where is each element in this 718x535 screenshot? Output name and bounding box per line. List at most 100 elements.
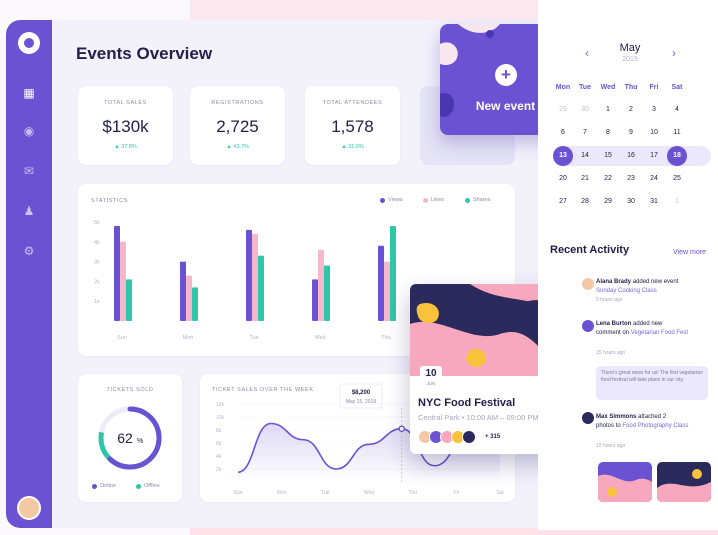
calendar-day[interactable]: 27 — [553, 192, 573, 212]
calendar-day[interactable]: 17 — [644, 146, 664, 166]
bar-views[interactable] — [114, 225, 120, 321]
bar-views[interactable] — [378, 245, 384, 321]
activity-target-link[interactable]: Food Photography Class — [622, 423, 688, 429]
bar-likes[interactable] — [120, 241, 126, 321]
calendar-day[interactable]: 1 — [598, 100, 618, 120]
bar-likes[interactable] — [186, 275, 192, 321]
bar-likes[interactable] — [252, 233, 258, 321]
avatar — [582, 278, 594, 290]
photo-thumbnail — [598, 462, 652, 502]
bar-shares[interactable] — [390, 225, 396, 321]
bar-views[interactable] — [312, 279, 318, 321]
calendar-next-button[interactable]: › — [672, 46, 676, 60]
calendar-day[interactable]: 7 — [575, 123, 595, 143]
calendar-day[interactable]: 24 — [644, 169, 664, 189]
calendar-day[interactable]: 31 — [644, 192, 664, 212]
calendar-day[interactable]: 23 — [621, 169, 641, 189]
stat-label: TOTAL ATTENDEES — [322, 100, 383, 106]
y-tick-label: 2k — [216, 467, 222, 473]
calendar-day[interactable]: 13 — [553, 146, 573, 166]
y-tick-label: 4k — [216, 454, 222, 460]
view-more-link[interactable]: View more — [673, 249, 706, 256]
dashboard-icon[interactable]: ▦ — [21, 86, 37, 100]
activity-photo[interactable] — [657, 462, 711, 502]
calendar-day[interactable]: 16 — [621, 146, 641, 166]
avatar[interactable] — [17, 496, 41, 520]
activity-item-cont: photos to Food Photography Class — [596, 422, 688, 430]
calendar-day[interactable]: 4 — [667, 100, 687, 120]
avatar — [582, 412, 594, 424]
calendar-day[interactable]: 9 — [621, 123, 641, 143]
calendar-day[interactable]: 11 — [667, 123, 687, 143]
calendar-weekday: Sat — [671, 84, 683, 91]
calendar-day[interactable]: 2 — [621, 100, 641, 120]
calendar-day[interactable]: 28 — [575, 192, 595, 212]
settings-icon[interactable]: ⚙ — [21, 244, 37, 258]
calendar-day[interactable]: 10 — [644, 123, 664, 143]
legend-online: Online — [92, 483, 116, 489]
logo-icon[interactable] — [18, 32, 40, 54]
compass-icon[interactable]: ◉ — [21, 124, 37, 138]
calendar-day[interactable]: 6 — [553, 123, 573, 143]
bar-shares[interactable] — [258, 255, 264, 321]
event-title: NYC Food Festival — [418, 397, 516, 409]
activity-target-link[interactable]: Sunday Cooking Class — [596, 287, 657, 295]
stat-change: ▲ 37.8% — [114, 144, 137, 150]
event-day: 10 — [425, 368, 437, 379]
stat-card-sales[interactable]: TOTAL SALES $130k ▲ 37.8% — [78, 86, 173, 165]
calendar-day[interactable]: 20 — [553, 169, 573, 189]
bar-likes[interactable] — [384, 261, 390, 321]
y-tick-label: 8k — [216, 428, 222, 434]
stat-card-attendees[interactable]: TOTAL ATTENDEES 1,578 ▲ 31.6% — [305, 86, 400, 165]
calendar-day[interactable]: 29 — [553, 100, 573, 120]
x-tick-label: Sun — [234, 490, 243, 496]
sidebar: ▦ ◉ ✉ ♟ ⚙ — [6, 20, 52, 528]
activity-photo[interactable] — [598, 462, 652, 502]
calendar-day[interactable]: 30 — [575, 100, 595, 120]
user-icon[interactable]: ♟ — [21, 204, 37, 218]
activity-action: attached 2 — [638, 414, 667, 420]
hover-point[interactable] — [398, 425, 405, 432]
y-tick-label: 10k — [216, 415, 225, 421]
activity-item[interactable]: Alana Brady added new event — [596, 278, 678, 286]
calendar-day[interactable]: 14 — [575, 146, 595, 166]
avatar — [582, 320, 594, 332]
calendar-day[interactable]: 22 — [598, 169, 618, 189]
bar-shares[interactable] — [126, 279, 132, 321]
calendar-day[interactable]: 15 — [598, 146, 618, 166]
attendee-avatar — [462, 430, 476, 444]
bar-views[interactable] — [180, 261, 186, 321]
activity-comment-quote: There's great news for us! The first veg… — [596, 366, 708, 400]
calendar-month: May — [619, 42, 641, 54]
calendar-day[interactable]: 29 — [598, 192, 618, 212]
bar-shares[interactable] — [324, 265, 330, 321]
activity-action: added new — [633, 321, 663, 327]
calendar-day[interactable]: 25 — [667, 169, 687, 189]
calendar-prev-button[interactable]: ‹ — [585, 46, 589, 60]
bar-shares[interactable] — [192, 287, 198, 321]
calendar-day[interactable]: 30 — [621, 192, 641, 212]
bar-views[interactable] — [246, 229, 252, 321]
add-event-button[interactable]: + — [495, 64, 517, 86]
calendar-weekday: Thu — [624, 84, 638, 91]
calendar-day[interactable]: 3 — [644, 100, 664, 120]
legend-dot — [92, 483, 97, 489]
activity-item[interactable]: Lena Burton added new — [596, 320, 662, 328]
tooltip-value: $8,200 — [352, 390, 371, 396]
activity-item[interactable]: Max Simmons attached 2 — [596, 413, 666, 421]
stat-card-registrations[interactable]: REGISTRATIONS 2,725 ▲ 43.7% — [190, 86, 285, 165]
calendar-day[interactable]: 21 — [575, 169, 595, 189]
calendar-day[interactable]: 18 — [667, 146, 687, 166]
x-tick-label: Tue — [321, 490, 330, 496]
calendar-weekday: Tue — [579, 84, 591, 91]
inbox-icon[interactable]: ✉ — [21, 164, 37, 178]
y-tick-label: 2k — [94, 279, 100, 285]
calendar-day[interactable]: 8 — [598, 123, 618, 143]
x-tick-label: Sun — [117, 335, 127, 341]
donut-value: 62 — [117, 430, 133, 446]
page-title: Events Overview — [76, 44, 213, 63]
calendar-day[interactable]: 1 — [667, 192, 687, 212]
event-location: Central Park — [418, 413, 460, 422]
bar-likes[interactable] — [318, 249, 324, 321]
activity-target-link[interactable]: Vegetarian Food Fest — [631, 330, 688, 336]
